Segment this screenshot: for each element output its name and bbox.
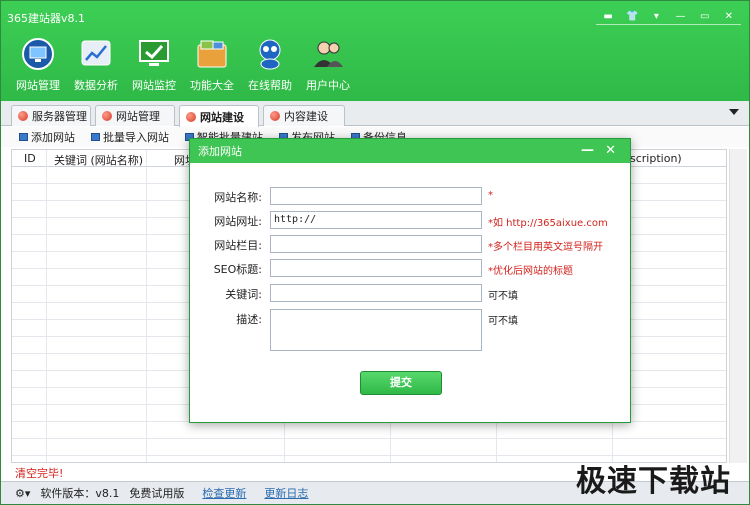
dropdown-icon[interactable]: ▾ <box>646 11 666 22</box>
site-url-input[interactable]: http:// <box>270 211 482 229</box>
tab-site-build[interactable]: 网站建设 <box>179 105 259 127</box>
main-toolbar: 网站管理 数据分析 网站监控 功能大全 在线帮助 用户中心 <box>11 37 355 93</box>
site-columns-input[interactable] <box>270 235 482 253</box>
version-text: 软件版本：v8.1 <box>40 487 120 500</box>
tab-label: 服务器管理 <box>32 110 87 123</box>
tab-menu-icon[interactable] <box>729 109 739 115</box>
field-row-site-name: 网站名称: * <box>190 187 630 205</box>
settings-icon[interactable]: ⚙▾ <box>15 487 30 500</box>
tab-site-manage[interactable]: 网站管理 <box>95 105 175 126</box>
field-label: 网站栏目: <box>214 239 262 252</box>
toolbar-label: 用户中心 <box>306 79 350 92</box>
batch-import-button[interactable]: 批量导入网站 <box>91 129 169 145</box>
tab-server-manage[interactable]: 服务器管理 <box>11 105 91 126</box>
site-name-input[interactable] <box>270 187 482 205</box>
skin-icon[interactable]: 👕 <box>622 11 642 22</box>
menu-icon[interactable]: ▬ <box>598 11 618 22</box>
chart-icon <box>79 37 113 71</box>
field-label: 网站网址: <box>214 215 262 228</box>
watermark: 极速下载站 <box>576 464 731 499</box>
toolbox-icon <box>195 37 229 71</box>
toolbar-online-help[interactable]: 在线帮助 <box>243 37 297 93</box>
add-site-dialog: 添加网站 — ✕ 网站名称: * 网站网址: http:// *如 http:/… <box>189 138 631 423</box>
submit-button[interactable]: 提交 <box>360 371 442 395</box>
monitor-check-icon <box>137 37 171 71</box>
tab-label: 网站建设 <box>200 110 244 124</box>
table-icon <box>19 133 28 141</box>
column-header[interactable]: 关键词 (网站名称) <box>54 152 143 168</box>
field-hint: *多个栏目用英文逗号隔开 <box>488 242 603 253</box>
toolbar-label: 网站监控 <box>132 79 176 92</box>
field-hint: *如 http://365aixue.com <box>488 218 608 229</box>
field-label: 关键词: <box>225 288 262 301</box>
table-icon <box>91 133 100 141</box>
field-row-seo-title: SEO标题: *优化后网站的标题 <box>190 259 630 277</box>
field-row-keywords: 关键词: 可不填 <box>190 284 630 302</box>
description-textarea[interactable] <box>270 309 482 351</box>
field-hint: 可不填 <box>488 291 518 302</box>
field-hint: * <box>488 190 493 201</box>
tab-label: 内容建设 <box>284 110 328 123</box>
tab-icon <box>102 111 112 121</box>
status-message: 清空完毕! <box>15 467 64 480</box>
tab-strip: 服务器管理 网站管理 网站建设 内容建设 <box>1 101 749 127</box>
field-row-site-url: 网站网址: http:// *如 http://365aixue.com <box>190 211 630 229</box>
maximize-icon[interactable]: ▭ <box>695 11 715 22</box>
header-bar: 365建站器v8.1 ▬ 👕 ▾ — ▭ ✕ 网站管理 数据分析 网站监控 功能… <box>1 1 749 101</box>
column-header[interactable]: scription) <box>630 152 682 165</box>
minimize-icon[interactable]: — <box>671 11 691 22</box>
tab-content-build[interactable]: 内容建设 <box>263 105 345 126</box>
toolbar-label: 功能大全 <box>190 79 234 92</box>
tab-label: 网站管理 <box>116 110 160 123</box>
keywords-input[interactable] <box>270 284 482 302</box>
column-header[interactable]: ID <box>24 152 36 165</box>
edition-text: 免费试用版 <box>129 487 185 500</box>
monitor-icon <box>21 37 55 71</box>
field-hint: 可不填 <box>488 316 518 327</box>
toolbar-label: 在线帮助 <box>248 79 292 92</box>
toolbar-label: 数据分析 <box>74 79 118 92</box>
seo-title-input[interactable] <box>270 259 482 277</box>
dialog-minimize-icon[interactable]: — <box>581 143 594 158</box>
table-scrollbar[interactable] <box>729 149 747 463</box>
close-icon[interactable]: ✕ <box>719 11 739 22</box>
tab-icon <box>18 111 28 121</box>
toolbar-data-analysis[interactable]: 数据分析 <box>69 37 123 93</box>
field-hint: *优化后网站的标题 <box>488 266 573 277</box>
toolbar-label: 网站管理 <box>16 79 60 92</box>
app-title: 365建站器v8.1 <box>7 12 85 25</box>
toolbar-user-center[interactable]: 用户中心 <box>301 37 355 93</box>
check-update-link[interactable]: 检查更新 <box>202 485 246 501</box>
field-row-site-columns: 网站栏目: *多个栏目用英文逗号隔开 <box>190 235 630 253</box>
dialog-close-icon[interactable]: ✕ <box>605 143 616 158</box>
dialog-titlebar: 添加网站 — ✕ <box>190 139 630 163</box>
app-window: 365建站器v8.1 ▬ 👕 ▾ — ▭ ✕ 网站管理 数据分析 网站监控 功能… <box>0 0 750 505</box>
toolbar-site-monitor[interactable]: 网站监控 <box>127 37 181 93</box>
field-label: 描述: <box>236 313 262 326</box>
field-label: 网站名称: <box>214 191 262 204</box>
tab-icon <box>270 111 280 121</box>
users-icon <box>311 37 345 71</box>
add-site-button[interactable]: 添加网站 <box>19 129 75 145</box>
field-label: SEO标题: <box>213 263 262 276</box>
changelog-link[interactable]: 更新日志 <box>264 485 308 501</box>
tab-icon <box>186 111 196 122</box>
field-row-description: 描述: 可不填 <box>190 309 630 351</box>
window-controls: ▬ 👕 ▾ — ▭ ✕ <box>596 9 741 25</box>
toolbar-features[interactable]: 功能大全 <box>185 37 239 93</box>
toolbar-site-manage[interactable]: 网站管理 <box>11 37 65 93</box>
mascot-icon <box>253 37 287 71</box>
dialog-title: 添加网站 <box>198 145 242 158</box>
